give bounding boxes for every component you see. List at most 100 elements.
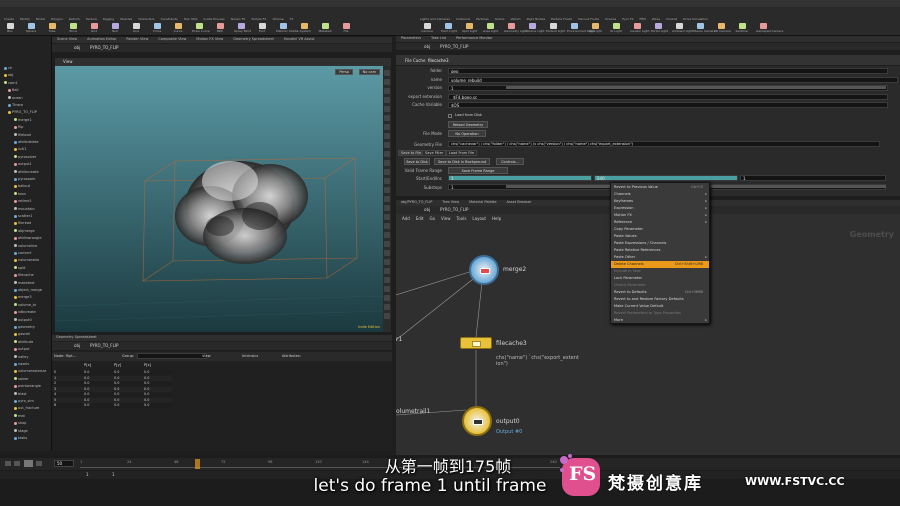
tree-item[interactable]: attribwrangle xyxy=(14,236,42,241)
intrinsics-dropdown[interactable]: Intrinsics xyxy=(242,354,258,358)
tree-item[interactable]: objmerge xyxy=(14,229,35,234)
shelf-left-tool-13[interactable]: Platonic Solids xyxy=(276,23,298,34)
tree-item[interactable]: retime1 xyxy=(14,199,32,204)
left-tab-0[interactable]: Scene View xyxy=(57,37,77,41)
shelf-tab-right-6[interactable]: Particle Fluids xyxy=(551,17,572,21)
viewport-tool-icon[interactable] xyxy=(384,97,390,103)
file-mode-dropdown[interactable]: No Operation xyxy=(448,130,486,137)
merge2-node[interactable] xyxy=(469,255,499,285)
menu-item[interactable]: Keyframes ▸ xyxy=(611,198,709,205)
shelf-right-tool-11[interactable]: Portal Light xyxy=(651,23,668,34)
tree-item[interactable]: object_merge xyxy=(14,288,42,293)
left-tab-2[interactable]: Render View xyxy=(126,37,148,41)
menu-item[interactable]: Revert Parameters to Type Properties xyxy=(611,310,709,317)
tree-item[interactable]: scatter1 xyxy=(14,214,32,219)
shelf-left-tool-0[interactable]: Box xyxy=(3,23,17,34)
param-subtab-0[interactable]: Save to File xyxy=(398,150,425,156)
tree-item[interactable]: pyrosolver xyxy=(14,155,36,160)
sheet-path-node[interactable]: PYRO_TO_FLIP xyxy=(90,343,118,348)
param-field[interactable]: volume_rebuild xyxy=(448,76,898,83)
shelf-right-tool-6[interactable]: Distant Light xyxy=(546,23,565,34)
shelf-tab-left-15[interactable]: FX xyxy=(290,17,294,21)
tree-item[interactable]: filecache xyxy=(14,273,34,278)
shelf-right-tool-2[interactable]: Spot Light xyxy=(462,23,477,34)
tree-item[interactable]: fileload xyxy=(14,133,31,138)
filecache3-node[interactable] xyxy=(460,337,492,349)
tree-item[interactable]: vdbcreate xyxy=(14,310,36,315)
viewport-tool-icon[interactable] xyxy=(384,115,390,121)
shelf-left-tool-15[interactable]: Metaball xyxy=(318,23,332,34)
inc-frame-field[interactable]: 1 xyxy=(740,175,886,181)
shelf-tab-left-6[interactable]: Rigging xyxy=(103,17,114,21)
shelf-tab-left-2[interactable]: Model xyxy=(36,17,45,21)
shelf-right-tool-12[interactable]: Ambient Light xyxy=(672,23,693,34)
menu-item[interactable]: Paste Other ▸ xyxy=(611,254,709,261)
shelf-left-tool-6[interactable]: Line xyxy=(129,23,143,34)
viewport-tool-icon[interactable] xyxy=(384,313,390,319)
end-frame-field[interactable]: 240 xyxy=(594,175,738,181)
viewport-tool-icon[interactable] xyxy=(384,70,390,76)
viewport-tool-icon[interactable] xyxy=(384,196,390,202)
viewport-tool-icon[interactable] xyxy=(384,241,390,247)
tree-item[interactable]: ballout xyxy=(14,184,30,189)
shelf-tab-right-11[interactable]: Wires xyxy=(652,17,660,21)
tree-item[interactable]: merge3 xyxy=(14,295,32,300)
shelf-tab-right-0[interactable]: Lights and Cameras xyxy=(420,17,450,21)
output0-node[interactable] xyxy=(462,406,492,436)
tree-item[interactable]: mountain xyxy=(14,207,35,212)
param-tab-1[interactable]: Take List xyxy=(431,36,446,40)
shelf-tab-right-5[interactable]: Rigid Bodies xyxy=(527,17,546,21)
tree-item[interactable]: volumeratio xyxy=(14,258,39,263)
tree-item[interactable]: null1 xyxy=(14,147,27,152)
shelf-left-tool-9[interactable]: Draw Curve xyxy=(192,23,210,34)
reload-geometry-button[interactable]: Reload Geometry xyxy=(448,121,488,128)
viewport-tool-icon[interactable] xyxy=(384,259,390,265)
tree-item[interactable]: output xyxy=(14,347,30,352)
shelf-tab-left-14[interactable]: Volume xyxy=(272,17,283,21)
tree-item[interactable]: tasks xyxy=(14,436,27,441)
tree-item[interactable]: merge1 xyxy=(14,118,32,123)
shelf-tab-left-13[interactable]: Simple FX xyxy=(251,17,266,21)
shelf-tab-left-5[interactable]: Texture xyxy=(86,17,97,21)
shelf-tab-left-3[interactable]: Polygon xyxy=(51,17,63,21)
shelf-right-tool-0[interactable]: Camera xyxy=(420,23,434,34)
tree-item[interactable]: flip xyxy=(14,125,23,130)
group-input[interactable] xyxy=(137,353,207,359)
shelf-tab-right-13[interactable]: Drive Simulation xyxy=(683,17,708,21)
viewport-tool-icon[interactable] xyxy=(384,205,390,211)
shelf-right-tool-13[interactable]: Stereo Camera xyxy=(693,23,716,34)
tree-item[interactable]: stage xyxy=(14,429,28,434)
viewport-tool-icon[interactable] xyxy=(384,223,390,229)
menu-item[interactable]: Revert to Defaults Ctrl+MMB xyxy=(611,289,709,296)
shelf-left-tool-14[interactable]: L-System xyxy=(297,23,311,34)
shelf-tab-left-8[interactable]: Characters xyxy=(138,17,154,21)
shelf-left-tool-12[interactable]: Font xyxy=(255,23,269,34)
viewport-tool-icon[interactable] xyxy=(384,250,390,256)
tree-item[interactable]: voxels xyxy=(14,362,29,367)
tree-item[interactable]: ch xyxy=(4,66,12,71)
param-tab-2[interactable]: Performance Monitor xyxy=(456,36,493,40)
shelf-left-tool-11[interactable]: Spray Paint xyxy=(234,23,251,34)
shelf-tab-right-8[interactable]: Oceans xyxy=(605,17,616,21)
node-field[interactable]: Node: flipt... xyxy=(54,354,76,358)
shelf-left-tool-2[interactable]: Tube xyxy=(45,23,59,34)
tree-item[interactable]: split xyxy=(14,266,25,271)
shelf-tab-left-7[interactable]: Muscles xyxy=(120,17,132,21)
menu-item[interactable]: More ▸ xyxy=(611,317,709,324)
param-field[interactable]: $OS xyxy=(448,102,888,108)
menu-item[interactable]: Motion FX ▸ xyxy=(611,212,709,219)
shelf-left-tool-1[interactable]: Sphere xyxy=(24,23,38,34)
shelf-right-tool-9[interactable]: GI Light xyxy=(609,23,623,34)
version-slider[interactable] xyxy=(506,86,886,89)
shelf-right-tool-8[interactable]: Sky Light xyxy=(588,23,602,34)
shelf-tab-right-9[interactable]: Pyro FX xyxy=(622,17,633,21)
menu-item[interactable]: Include in Take xyxy=(611,268,709,275)
tree-item[interactable]: Ball xyxy=(8,88,19,93)
viewport-tool-icon[interactable] xyxy=(384,178,390,184)
tree-item[interactable]: convert xyxy=(14,251,31,256)
menu-item[interactable]: Lock Parameter xyxy=(611,275,709,282)
shelf-tab-right-7[interactable]: Viscous Fluids xyxy=(578,17,599,21)
viewport-tool-icon[interactable] xyxy=(384,133,390,139)
tree-item[interactable]: blast xyxy=(14,392,27,397)
shelf-tab-left-12[interactable]: Terrain FX xyxy=(231,17,246,21)
